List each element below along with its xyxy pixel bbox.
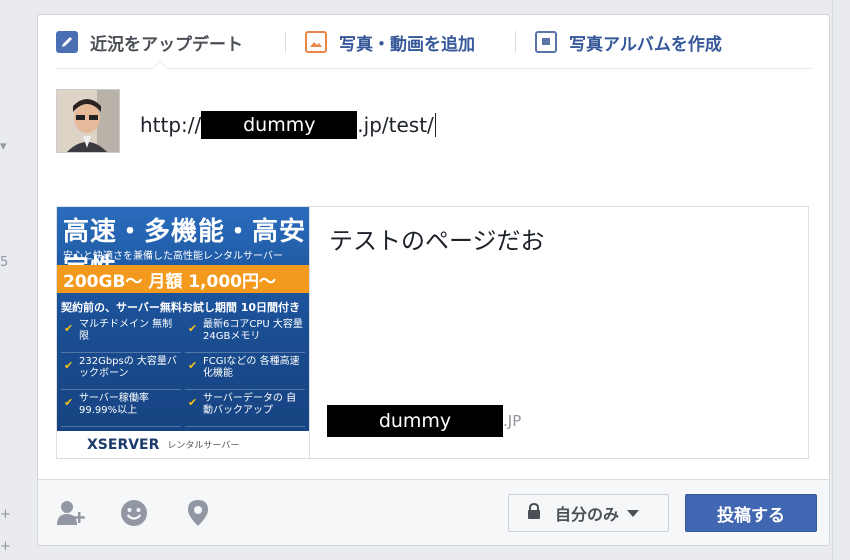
redacted-domain: dummy	[201, 111, 358, 139]
preview-thumbnail: 高速・多機能・高安定性 安心と快適さを兼備した高性能レンタルサーバー 200GB…	[57, 207, 310, 458]
brand-name: XSERVER	[87, 436, 160, 453]
redacted-domain: dummy	[327, 405, 503, 437]
preview-domain: dummy .JP	[327, 405, 521, 437]
tag-friends-icon[interactable]	[56, 498, 86, 528]
thumb-feature: 最新6コアCPU 大容量24GBメモリ	[185, 319, 305, 353]
tab-divider	[285, 31, 286, 53]
active-tab-pointer	[152, 61, 168, 69]
thumb-feature-grid: マルチドメイン 無制限 最新6コアCPU 大容量24GBメモリ 232Gbpsの…	[61, 319, 307, 429]
right-sidebar-edge	[832, 0, 850, 560]
tab-label: 写真アルバムを作成	[569, 34, 722, 55]
album-icon	[535, 31, 557, 53]
thumb-brand: XSERVER レンタルサーバー	[57, 431, 309, 458]
post-composer: 近況をアップデート 写真・動画を追加 写真アルバムを作成 http:// dum…	[37, 14, 830, 546]
collapse-caret-icon: ▾	[0, 139, 7, 154]
add-icon: +	[0, 539, 11, 554]
text-cursor	[434, 113, 436, 137]
tab-label: 写真・動画を追加	[339, 34, 475, 55]
tab-create-album[interactable]: 写真アルバムを作成	[535, 15, 722, 69]
composer-tabs: 近況をアップデート 写真・動画を追加 写真アルバムを作成	[56, 15, 811, 69]
tab-divider	[515, 31, 516, 53]
privacy-label: 自分のみ	[555, 505, 620, 524]
brand-sub: レンタルサーバー	[167, 441, 240, 451]
thumb-feature: サーバー稼働率 99.99%以上	[61, 393, 181, 427]
pencil-icon	[56, 31, 78, 53]
url-suffix: .jp/test/	[357, 113, 434, 137]
status-input[interactable]: http:// dummy .jp/test/	[140, 111, 436, 139]
add-icon: +	[0, 507, 11, 522]
thumb-feature: 232Gbpsの 大容量バックボーン	[61, 356, 181, 390]
sidebar-fragment: 5	[0, 255, 9, 270]
location-pin-icon[interactable]	[183, 498, 213, 528]
thumb-feature: サーバーデータの 自動バックアップ	[185, 393, 305, 427]
url-prefix: http://	[140, 113, 202, 137]
domain-suffix: .JP	[503, 412, 522, 430]
thumb-subline: 安心と快適さを兼備した高性能レンタルサーバー	[63, 251, 283, 262]
thumb-price: 200GB〜 月額 1,000円〜	[57, 265, 309, 293]
post-button[interactable]: 投稿する	[685, 494, 817, 532]
privacy-selector[interactable]: 自分のみ	[508, 494, 669, 532]
lock-icon	[527, 502, 541, 523]
avatar[interactable]	[56, 89, 120, 153]
thumb-trial: 契約前の、サーバー無料お試し期間 10日間付き	[61, 301, 301, 314]
tab-add-photo-video[interactable]: 写真・動画を追加	[305, 15, 475, 69]
photo-icon	[305, 31, 327, 53]
left-sidebar-edge: ▾ 5 + +	[0, 0, 36, 560]
emoji-icon[interactable]	[119, 498, 149, 528]
preview-title: テストのページだお	[329, 227, 545, 255]
tab-label: 近況をアップデート	[90, 34, 243, 55]
composer-toolbar: 自分のみ 投稿する	[38, 479, 829, 545]
tab-status-update[interactable]: 近況をアップデート	[56, 15, 243, 69]
thumb-feature: マルチドメイン 無制限	[61, 319, 181, 353]
chevron-down-icon	[627, 509, 640, 517]
link-preview[interactable]: 高速・多機能・高安定性 安心と快適さを兼備した高性能レンタルサーバー 200GB…	[56, 206, 809, 459]
thumb-feature: FCGIなどの 各種高速化機能	[185, 356, 305, 390]
